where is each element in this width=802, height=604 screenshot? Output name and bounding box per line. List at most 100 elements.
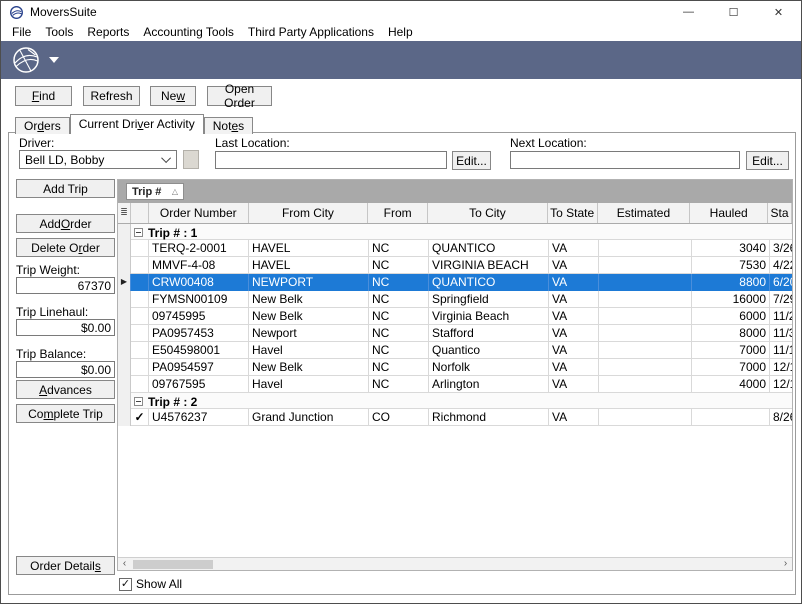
cell-order_number[interactable]: CRW00408: [149, 274, 249, 291]
tab-current-driver-activity[interactable]: Current Driver Activity: [70, 114, 204, 134]
column-header-check[interactable]: [131, 203, 149, 223]
cell-estimated_weight[interactable]: [599, 325, 692, 342]
table-row[interactable]: TERQ-2-0001HAVELNCQUANTICOVA30403/26: [118, 240, 792, 257]
cell-start[interactable]: 12/1: [770, 376, 792, 393]
table-row[interactable]: MMVF-4-08HAVELNCVIRGINIA BEACHVA75304/22: [118, 257, 792, 274]
cell-from_city[interactable]: Havel: [249, 342, 369, 359]
menu-third-party-applications[interactable]: Third Party Applications: [241, 25, 381, 39]
collapse-icon[interactable]: [134, 228, 143, 237]
scroll-right-icon[interactable]: ›: [779, 558, 792, 570]
cell-estimated_weight[interactable]: [599, 257, 692, 274]
add-order-button[interactable]: Add Order: [16, 214, 115, 233]
cell-to_state[interactable]: VA: [549, 291, 599, 308]
cell-from_state[interactable]: NC: [369, 308, 429, 325]
table-row[interactable]: FYMSN00109New BelkNCSpringfieldVA160007/…: [118, 291, 792, 308]
cell-start[interactable]: 7/29: [770, 291, 792, 308]
new-button[interactable]: New: [150, 86, 196, 106]
column-header-hauled_weight[interactable]: Hauled Weight: [690, 203, 768, 223]
cell-from_city[interactable]: New Belk: [249, 291, 369, 308]
group-by-chip-trip[interactable]: Trip # △: [126, 183, 184, 200]
menu-file[interactable]: File: [5, 25, 38, 39]
cell-from_city[interactable]: HAVEL: [249, 240, 369, 257]
cell-to_city[interactable]: Richmond: [429, 409, 549, 426]
cell-hauled_weight[interactable]: 7000: [692, 342, 770, 359]
cell-to_city[interactable]: Virginia Beach: [429, 308, 549, 325]
table-row[interactable]: ▶CRW00408NEWPORTNCQUANTICOVA88006/20: [118, 274, 792, 291]
cell-to_city[interactable]: Stafford: [429, 325, 549, 342]
table-row[interactable]: PA0957453NewportNCStaffordVA800011/3: [118, 325, 792, 342]
add-trip-button[interactable]: Add Trip: [16, 179, 115, 198]
cell-start[interactable]: 3/26: [770, 240, 792, 257]
cell-order_number[interactable]: 09745995: [149, 308, 249, 325]
cell-from_city[interactable]: New Belk: [249, 359, 369, 376]
group-row[interactable]: Trip # : 2: [118, 393, 792, 409]
cell-from_city[interactable]: HAVEL: [249, 257, 369, 274]
trip-balance-field[interactable]: [16, 361, 115, 378]
cell-estimated_weight[interactable]: [599, 308, 692, 325]
cell-to_state[interactable]: VA: [549, 240, 599, 257]
cell-from_state[interactable]: NC: [369, 376, 429, 393]
cell-start[interactable]: 6/20: [770, 274, 792, 291]
cell-from_state[interactable]: NC: [369, 240, 429, 257]
driver-select[interactable]: Bell LD, Bobby: [19, 150, 177, 169]
cell-from_state[interactable]: NC: [369, 325, 429, 342]
column-header-estimated_weight[interactable]: Estimated Weight: [598, 203, 691, 223]
cell-from_state[interactable]: CO: [369, 409, 429, 426]
show-all-checkbox[interactable]: ✓ Show All: [119, 577, 182, 591]
cell-to_state[interactable]: VA: [549, 308, 599, 325]
cell-estimated_weight[interactable]: [599, 376, 692, 393]
cell-estimated_weight[interactable]: [599, 274, 692, 291]
menu-accounting-tools[interactable]: Accounting Tools: [136, 25, 241, 39]
cell-estimated_weight[interactable]: [599, 342, 692, 359]
driver-aux-button[interactable]: [183, 150, 199, 169]
cell-to_state[interactable]: VA: [549, 325, 599, 342]
edit-last-location-button[interactable]: Edit...: [452, 151, 491, 170]
trip-linehaul-field[interactable]: [16, 319, 115, 336]
edit-next-location-button[interactable]: Edit...: [746, 151, 789, 170]
cell-to_city[interactable]: Quantico: [429, 342, 549, 359]
cell-estimated_weight[interactable]: [599, 409, 692, 426]
menu-reports[interactable]: Reports: [80, 25, 136, 39]
advances-button[interactable]: Advances: [16, 380, 115, 399]
cell-from_state[interactable]: NC: [369, 342, 429, 359]
column-header-from_state[interactable]: From State: [368, 203, 428, 223]
cell-order_number[interactable]: TERQ-2-0001: [149, 240, 249, 257]
find-button[interactable]: Find: [15, 86, 72, 106]
cell-from_state[interactable]: NC: [369, 257, 429, 274]
column-header-start[interactable]: Sta: [768, 203, 792, 223]
cell-start[interactable]: 11/1: [770, 342, 792, 359]
cell-from_city[interactable]: Grand Junction: [249, 409, 369, 426]
cell-order_number[interactable]: E504598001: [149, 342, 249, 359]
cell-hauled_weight[interactable]: 7000: [692, 359, 770, 376]
cell-hauled_weight[interactable]: 7530: [692, 257, 770, 274]
cell-to_city[interactable]: QUANTICO: [429, 274, 549, 291]
order-details-button[interactable]: Order Details: [16, 556, 115, 575]
collapse-icon[interactable]: [134, 397, 143, 406]
next-location-input[interactable]: [510, 151, 740, 169]
cell-start[interactable]: 11/2: [770, 308, 792, 325]
table-row[interactable]: E504598001HavelNCQuanticoVA700011/1: [118, 342, 792, 359]
cell-start[interactable]: 11/3: [770, 325, 792, 342]
refresh-button[interactable]: Refresh: [83, 86, 140, 106]
cell-from_city[interactable]: Newport: [249, 325, 369, 342]
tab-notes[interactable]: Notes: [204, 117, 253, 134]
cell-to_city[interactable]: VIRGINIA BEACH: [429, 257, 549, 274]
column-header-order_number[interactable]: Order Number: [149, 203, 249, 223]
complete-trip-button[interactable]: Complete Trip: [16, 404, 115, 423]
last-location-input[interactable]: [215, 151, 447, 169]
close-button[interactable]: ✕: [756, 1, 801, 23]
grid-options-icon[interactable]: ≣: [118, 203, 131, 223]
scroll-left-icon[interactable]: ‹: [118, 558, 131, 570]
table-row[interactable]: PA0954597New BelkNCNorfolkVA700012/1: [118, 359, 792, 376]
column-header-from_city[interactable]: From City: [249, 203, 369, 223]
cell-hauled_weight[interactable]: 8800: [692, 274, 770, 291]
cell-hauled_weight[interactable]: 6000: [692, 308, 770, 325]
cell-from_city[interactable]: Havel: [249, 376, 369, 393]
table-row[interactable]: ✓U4576237Grand JunctionCORichmondVA8/26: [118, 409, 792, 426]
cell-estimated_weight[interactable]: [599, 240, 692, 257]
cell-from_state[interactable]: NC: [369, 359, 429, 376]
tab-orders[interactable]: Orders: [15, 117, 70, 134]
delete-order-button[interactable]: Delete Order: [16, 238, 115, 257]
cell-hauled_weight[interactable]: [692, 409, 770, 426]
menu-tools[interactable]: Tools: [38, 25, 80, 39]
